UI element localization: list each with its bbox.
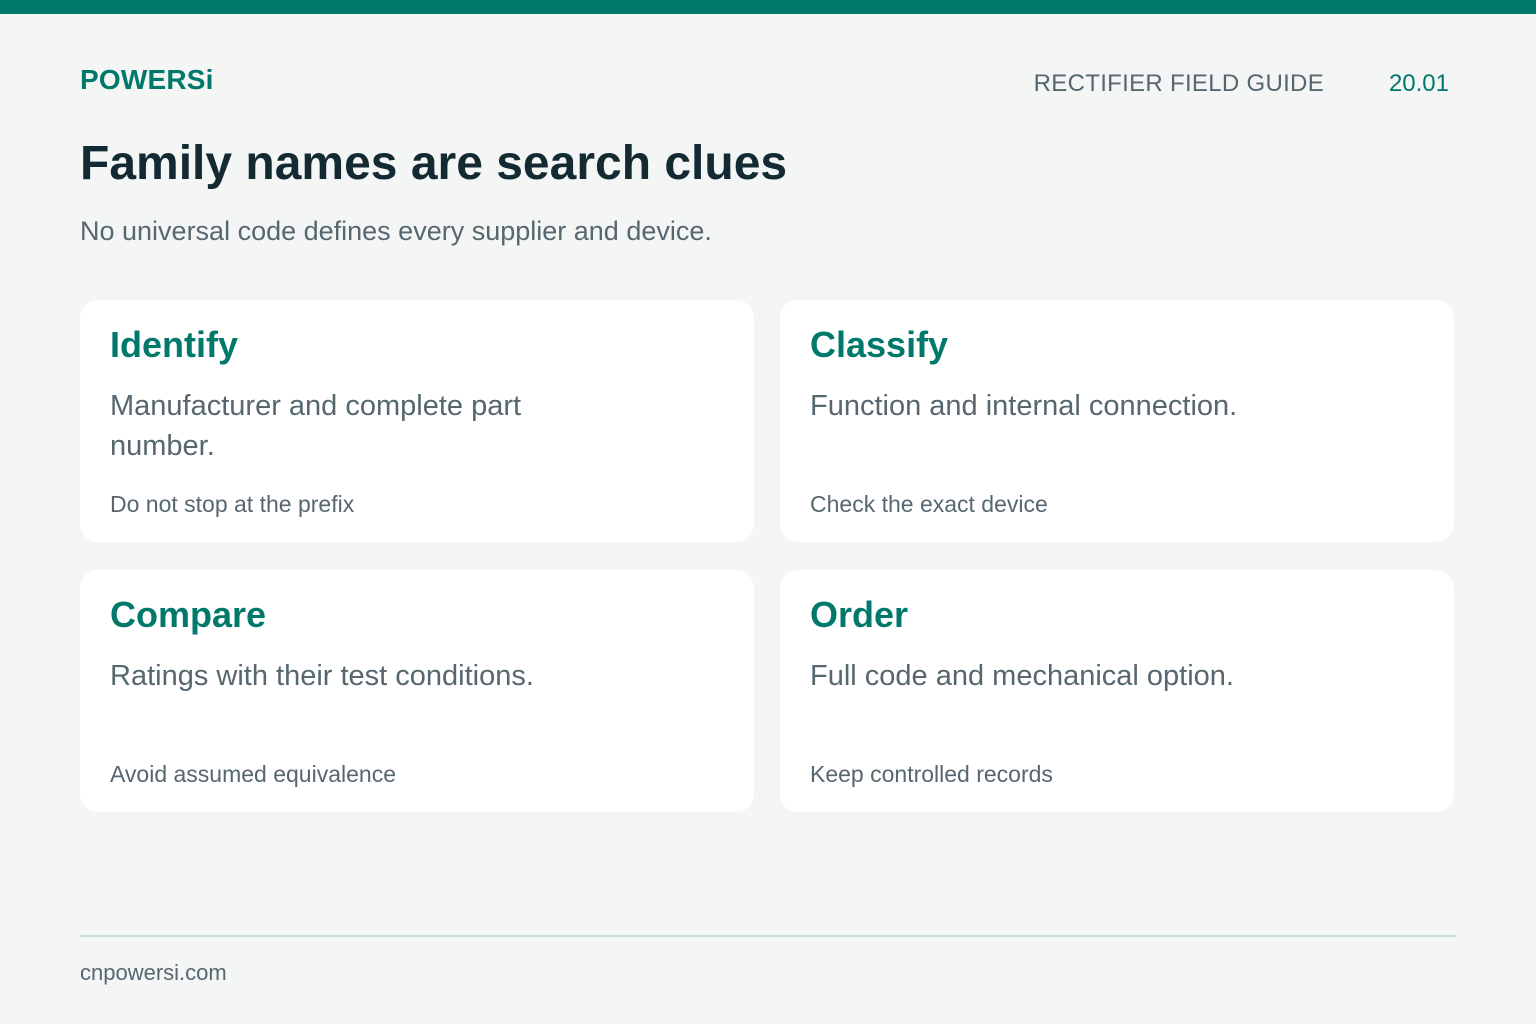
guide-title: RECTIFIER FIELD GUIDE [1033, 70, 1324, 97]
card-title: Identify [110, 324, 239, 365]
card-note: Keep controlled records [810, 761, 1053, 787]
card-note: Check the exact device [810, 491, 1048, 517]
card-order: Order Full code and mechanical option. K… [780, 570, 1454, 812]
brand-logo-text: POWERSi [80, 64, 214, 95]
card-body: Ratings with their test conditions. [110, 660, 534, 692]
card-body: Function and internal connection. [810, 390, 1238, 422]
footer-url[interactable]: cnpowersi.com [80, 960, 227, 986]
card-note: Do not stop at the prefix [110, 491, 355, 517]
top-accent-bar [0, 0, 1536, 14]
card-identify: Identify Manufacturer and complete part … [80, 300, 754, 542]
card-note: Avoid assumed equivalence [110, 761, 396, 787]
slide-page: POWERSi RECTIFIER FIELD GUIDE 20.01 Fami… [0, 0, 1536, 1024]
page-number: 20.01 [1388, 70, 1449, 97]
footer-divider [80, 935, 1456, 937]
card-compare: Compare Ratings with their test conditio… [80, 570, 754, 812]
page-subtitle: No universal code defines every supplier… [80, 216, 712, 246]
card-classify: Classify Function and internal connectio… [780, 300, 1454, 542]
card-title: Order [810, 594, 909, 635]
page-title: Family names are search clues [80, 137, 788, 190]
card-title: Compare [110, 594, 267, 635]
card-title: Classify [810, 324, 949, 365]
card-body: Full code and mechanical option. [810, 660, 1234, 692]
card-body: Manufacturer and complete part number. [110, 390, 522, 462]
